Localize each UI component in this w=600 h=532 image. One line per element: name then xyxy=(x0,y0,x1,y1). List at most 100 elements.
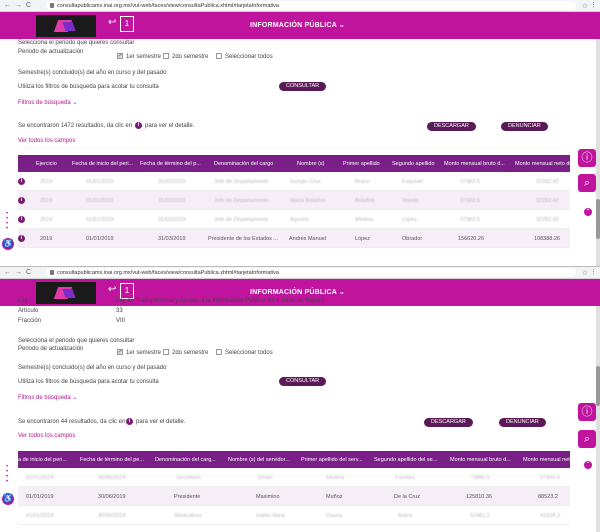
row-info-icon[interactable]: i xyxy=(18,197,25,204)
row-info-icon[interactable]: i xyxy=(18,178,25,185)
address-bar[interactable]: consultapublicamx.inai.org.mx/vut-web/fa… xyxy=(46,1,576,10)
results-text-suffix: para ver el detalle. xyxy=(145,123,195,129)
cell: Tejeda xyxy=(402,198,419,204)
site-logo[interactable] xyxy=(36,282,96,304)
cell: Esquivel xyxy=(402,179,423,185)
row-info-icon[interactable]: i xyxy=(18,235,25,242)
forward-arrow-icon[interactable]: → xyxy=(15,269,22,276)
checkbox-2do-semestre[interactable] xyxy=(163,53,169,59)
cell: Jefe de Departamento xyxy=(214,179,269,185)
cell: 01/01/2019 xyxy=(26,494,54,500)
table-row[interactable]: i 2019 01/01/2019 31/03/2019 Jefe de Dep… xyxy=(18,172,570,191)
browser-menu-icon[interactable]: ⋮ xyxy=(590,1,597,9)
scrollbar[interactable] xyxy=(596,306,600,532)
col-primer-apellido[interactable]: Primer apellido del serv... xyxy=(301,457,363,463)
bookmark-star-icon[interactable]: ☆ xyxy=(582,269,588,277)
cell: Medina xyxy=(326,475,345,481)
col-nombre[interactable]: Nombre (s) del servidor... xyxy=(228,457,290,463)
scrollbar-thumb[interactable] xyxy=(596,199,600,239)
drag-handle-icon[interactable]: • • • • xyxy=(6,464,8,485)
back-arrow-icon[interactable]: ← xyxy=(4,2,11,9)
checkbox-2do-semestre[interactable] xyxy=(163,349,169,355)
checkbox-1er-semestre[interactable] xyxy=(117,348,123,355)
col-fecha-termino[interactable]: Fecha de término del pe... xyxy=(80,457,144,463)
bookmark-star-icon[interactable]: ☆ xyxy=(582,2,588,10)
col-fecha-inicio[interactable]: Fecha de inicio del peri... xyxy=(72,161,133,167)
col-monto-bruto[interactable]: Monto mensual bruto d... xyxy=(444,161,505,167)
fab-search-icon[interactable]: ⌕ xyxy=(578,174,596,192)
col-nombre[interactable]: Nombre (s) xyxy=(297,161,325,167)
cell: 32282.42 xyxy=(536,198,559,204)
consultar-button[interactable]: CONSULTAR xyxy=(279,82,327,91)
ver-todos-campos-link[interactable]: Ver todos los campos xyxy=(18,138,75,144)
table-row[interactable]: 01/01/2019 30/06/2019 Sindicatura Isabel… xyxy=(18,506,570,525)
table-row[interactable]: 01/01/2019 30/06/2019 Presidente Maximin… xyxy=(18,487,570,506)
checkbox-seleccionar-todos[interactable] xyxy=(216,349,222,355)
col-monto-bruto[interactable]: Monto mensual bruto d... xyxy=(450,457,511,463)
denunciar-button[interactable]: DENUNCIAR xyxy=(499,418,546,427)
checkbox-seleccionar-todos[interactable] xyxy=(216,53,222,59)
address-bar[interactable]: consultapublicamx.inai.org.mx/vut-web/fa… xyxy=(46,268,576,277)
info-publica-menu[interactable]: INFORMACIÓN PÚBLICA ⌄ xyxy=(250,21,345,29)
table-row[interactable]: i 2019 01/01/2019 31/03/2019 Jefe de Dep… xyxy=(18,191,570,210)
scrollbar-thumb[interactable] xyxy=(596,366,600,406)
col-denominacion[interactable]: Denominación del cargo xyxy=(214,161,273,167)
info-publica-menu[interactable]: INFORMACIÓN PÚBLICA ⌄ xyxy=(250,288,345,296)
col-monto-neto[interactable]: Monto mensual neto de... xyxy=(515,161,577,167)
option-1er-semestre: 1er semestre xyxy=(126,350,162,356)
col-denominacion[interactable]: Denominación del carg... xyxy=(155,457,216,463)
consultar-button[interactable]: CONSULTAR xyxy=(279,377,327,386)
fab-search-icon[interactable]: ⌕ xyxy=(578,430,596,448)
fraction-label: Fracción xyxy=(18,318,42,324)
reload-icon[interactable]: C xyxy=(26,269,31,276)
filtros-busqueda-link[interactable]: Filtros de búsqueda ⌄ xyxy=(18,394,77,401)
cell: 37983.5 xyxy=(460,198,480,204)
table-row[interactable]: i 2019 01/01/2019 31/03/2019 Presidente … xyxy=(18,229,570,248)
checkbox-1er-semestre[interactable] xyxy=(117,52,123,59)
drag-handle-icon[interactable]: • • • • xyxy=(6,211,8,232)
col-segundo-apellido[interactable]: Segundo apellido xyxy=(392,161,435,167)
cell: 108388.26 xyxy=(534,236,560,242)
col-fecha-termino[interactable]: Fecha de término del p... xyxy=(140,161,201,167)
col-fecha-inicio[interactable]: a de inicio del peri... xyxy=(18,457,67,463)
scroll-up-icon[interactable]: ⌃ xyxy=(584,461,592,469)
fab-info-icon[interactable]: ⓘ xyxy=(578,403,596,421)
table-row[interactable]: 01/01/2019 30/06/2019 Secretario Efraín … xyxy=(18,468,570,487)
descargar-button[interactable]: DESCARGAR xyxy=(424,418,473,427)
row-info-icon[interactable]: i xyxy=(18,216,25,223)
lock-icon xyxy=(50,3,54,8)
denunciar-button[interactable]: DENUNCIAR xyxy=(501,122,548,131)
back-arrow-icon[interactable]: ← xyxy=(4,269,11,276)
browser-menu-icon[interactable]: ⋮ xyxy=(590,268,597,276)
reload-icon[interactable]: C xyxy=(26,2,31,9)
accessibility-icon[interactable]: ♿ xyxy=(2,493,14,505)
info-icon: i xyxy=(135,122,142,129)
descargar-button[interactable]: DESCARGAR xyxy=(427,122,476,131)
cell: 73880.5 xyxy=(470,475,490,481)
col-monto-neto[interactable]: Monto mensual neto de... xyxy=(523,457,585,463)
option-2do-semestre: 2do semestre xyxy=(172,54,209,60)
tarjeta-badge-icon[interactable]: 1 xyxy=(120,283,134,299)
col-primer-apellido[interactable]: Primer apellido xyxy=(343,161,380,167)
accessibility-icon[interactable]: ♿ xyxy=(2,238,14,250)
cell: Bravo xyxy=(355,179,370,185)
table-row[interactable]: i 2019 01/01/2019 31/03/2019 Jefe de Dep… xyxy=(18,210,570,229)
site-logo[interactable] xyxy=(36,15,96,37)
cell: López xyxy=(355,236,370,242)
scroll-up-icon[interactable]: ⌃ xyxy=(584,208,592,216)
tarjeta-badge-icon[interactable]: 1 xyxy=(120,16,134,32)
return-icon[interactable]: ↩ xyxy=(108,17,116,28)
forward-arrow-icon[interactable]: → xyxy=(15,2,22,9)
return-icon[interactable]: ↩ xyxy=(108,284,116,295)
semester-note: Semestre(s) concluido(s) del año en curs… xyxy=(18,365,167,371)
fab-info-icon[interactable]: ⓘ xyxy=(578,149,596,167)
scrollbar[interactable] xyxy=(596,39,600,266)
ver-todos-campos-link[interactable]: Ver todos los campos xyxy=(18,433,75,439)
cell: Osuna xyxy=(326,513,343,519)
cell: 32282.42 xyxy=(536,179,559,185)
col-segundo-apellido[interactable]: Segundo apellido del se... xyxy=(374,457,437,463)
filtros-busqueda-link[interactable]: Filtros de búsqueda ⌄ xyxy=(18,99,77,106)
col-ejercicio[interactable]: Ejercicio xyxy=(36,161,57,167)
law-value: Ley de Transparencia y Acceso a la Infor… xyxy=(116,298,325,304)
cell: 31/03/2019 xyxy=(158,198,186,204)
